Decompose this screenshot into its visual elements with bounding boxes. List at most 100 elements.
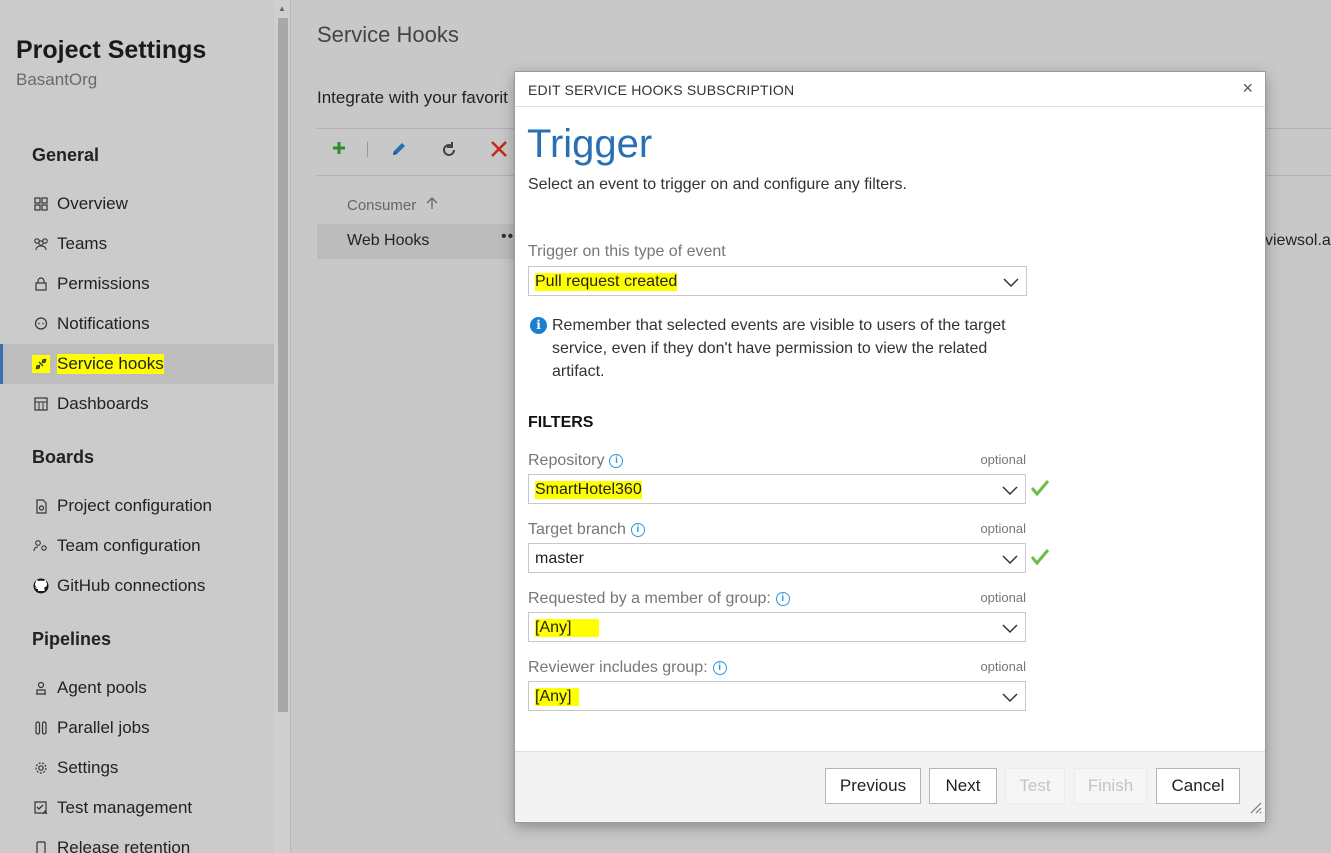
refresh-icon[interactable]	[440, 141, 458, 165]
sidebar: Project Settings BasantOrg General Overv…	[0, 0, 274, 853]
next-button[interactable]: Next	[929, 768, 997, 804]
info-icon: i	[609, 454, 624, 468]
requested-by-dropdown[interactable]: [Any]	[528, 612, 1026, 642]
test-plan-icon	[32, 799, 50, 817]
event-type-value: Pull request created	[535, 273, 678, 291]
chevron-down-icon	[1003, 275, 1019, 293]
sidebar-item-label: GitHub connections	[57, 576, 206, 595]
sidebar-item-test-management[interactable]: Test management	[0, 788, 274, 828]
sidebar-item-parallel-jobs[interactable]: Parallel jobs	[0, 708, 274, 748]
more-options-icon[interactable]: ••	[501, 228, 514, 246]
lock-icon	[32, 275, 50, 293]
sidebar-item-github-connections[interactable]: GitHub connections	[0, 566, 274, 606]
sidebar-item-notifications[interactable]: Notifications	[0, 304, 274, 344]
cancel-button[interactable]: Cancel	[1156, 768, 1240, 804]
project-settings-title: Project Settings	[16, 36, 207, 64]
document-gear-icon	[32, 497, 50, 515]
section-boards: Boards	[32, 447, 95, 467]
optional-label: optional	[980, 659, 1026, 674]
sidebar-item-release-retention[interactable]: Release retention	[0, 828, 274, 853]
check-icon	[1030, 479, 1050, 502]
column-header-consumer[interactable]: Consumer	[347, 196, 438, 214]
event-type-dropdown[interactable]: Pull request created	[528, 266, 1027, 296]
sidebar-item-label: Teams	[57, 234, 108, 253]
service-hooks-icon	[32, 355, 50, 373]
reviewer-group-label: Reviewer includes group: i	[528, 659, 727, 677]
sidebar-item-label: Agent pools	[57, 678, 147, 697]
info-icon: i	[630, 523, 645, 537]
consumer-cell: Web Hooks	[347, 232, 430, 249]
sidebar-item-team-configuration[interactable]: Team configuration	[0, 526, 274, 566]
target-branch-label: Target branch i	[528, 521, 645, 539]
repository-value: SmartHotel360	[535, 481, 642, 499]
teams-icon	[32, 235, 50, 253]
edit-service-hooks-dialog: EDIT SERVICE HOOKS SUBSCRIPTION × Trigge…	[515, 72, 1265, 822]
sidebar-item-label: Service hooks	[57, 354, 164, 374]
chevron-down-icon	[1002, 621, 1018, 639]
chevron-down-icon	[1002, 552, 1018, 570]
team-gear-icon	[32, 537, 50, 555]
info-icon: i	[775, 592, 790, 606]
github-icon	[32, 577, 50, 595]
repository-label: Repository i	[528, 452, 624, 470]
reviewer-group-dropdown[interactable]: [Any]	[528, 681, 1026, 711]
previous-button[interactable]: Previous	[825, 768, 921, 804]
dialog-title: Trigger	[527, 122, 653, 166]
repository-dropdown[interactable]: SmartHotel360	[528, 474, 1026, 504]
sidebar-scrollbar[interactable]: ▲	[274, 0, 290, 853]
event-type-label: Trigger on this type of event	[528, 243, 726, 260]
notice-text: Remember that selected events are visibl…	[552, 317, 1006, 380]
sidebar-item-teams[interactable]: Teams	[0, 224, 274, 264]
resize-handle-icon[interactable]	[1248, 800, 1262, 819]
requested-by-label: Requested by a member of group: i	[528, 590, 790, 608]
filters-heading: FILTERS	[528, 414, 594, 431]
gear-icon	[32, 759, 50, 777]
finish-button[interactable]: Finish	[1074, 768, 1147, 804]
add-icon[interactable]	[331, 139, 347, 162]
scroll-up-arrow-icon[interactable]: ▲	[278, 4, 286, 13]
dialog-footer: Previous Next Test Finish Cancel	[515, 751, 1265, 822]
sidebar-item-agent-pools[interactable]: Agent pools	[0, 668, 274, 708]
target-branch-dropdown[interactable]: master	[528, 543, 1026, 573]
page-title: Service Hooks	[317, 22, 459, 47]
sidebar-item-permissions[interactable]: Permissions	[0, 264, 274, 304]
overview-icon	[32, 195, 50, 213]
optional-label: optional	[980, 452, 1026, 467]
optional-label: optional	[980, 590, 1026, 605]
table-row[interactable]: Web Hooks ••	[317, 224, 517, 259]
organization-name: BasantOrg	[16, 70, 98, 89]
chat-bubble-icon	[32, 315, 50, 333]
section-general: General	[32, 145, 100, 165]
requested-by-value: [Any]	[535, 619, 600, 637]
sidebar-item-label: Test management	[57, 798, 193, 817]
dialog-header: EDIT SERVICE HOOKS SUBSCRIPTION ×	[515, 72, 1265, 107]
sidebar-item-dashboards[interactable]: Dashboards	[0, 384, 274, 424]
reviewer-group-value: [Any]	[535, 688, 580, 706]
sidebar-item-label: Project configuration	[57, 496, 212, 515]
chevron-down-icon	[1002, 483, 1018, 501]
close-icon[interactable]: ×	[1242, 78, 1253, 99]
dialog-header-title: EDIT SERVICE HOOKS SUBSCRIPTION	[528, 82, 795, 98]
sidebar-item-label: Release retention	[57, 838, 191, 853]
edit-pencil-icon[interactable]	[390, 140, 408, 164]
toolbar-separator	[367, 142, 368, 157]
sidebar-item-label: Notifications	[57, 314, 150, 333]
test-button[interactable]: Test	[1005, 768, 1065, 804]
delete-x-icon[interactable]	[490, 140, 508, 164]
info-icon: i	[530, 317, 547, 334]
chevron-down-icon	[1002, 690, 1018, 708]
sidebar-item-project-configuration[interactable]: Project configuration	[0, 486, 274, 526]
page-subtitle: Integrate with your favorit	[317, 88, 508, 107]
sort-up-arrow-icon	[426, 197, 438, 214]
sidebar-item-settings[interactable]: Settings	[0, 748, 274, 788]
sidebar-item-overview[interactable]: Overview	[0, 184, 274, 224]
optional-label: optional	[980, 521, 1026, 536]
target-branch-value: master	[535, 550, 584, 567]
sidebar-item-label: Overview	[57, 194, 128, 213]
url-cell: viewsol.a	[1265, 232, 1331, 249]
scrollbar-thumb[interactable]	[278, 18, 288, 712]
sidebar-item-service-hooks[interactable]: Service hooks	[0, 344, 274, 384]
sidebar-item-label: Dashboards	[57, 394, 149, 413]
agent-pool-icon	[32, 679, 50, 697]
check-icon	[1030, 548, 1050, 571]
